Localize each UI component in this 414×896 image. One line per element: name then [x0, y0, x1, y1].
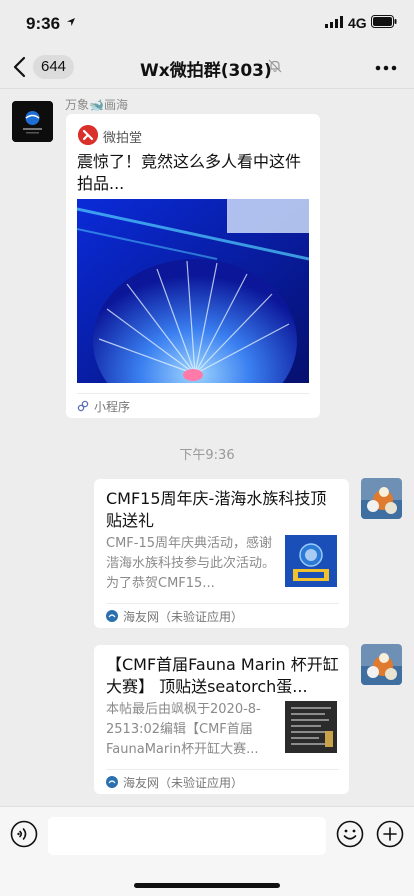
status-time: 9:36	[26, 14, 61, 33]
link-card-thumbnail	[285, 701, 337, 753]
link-card-description: 本帖最后由飒枫于2020-8-2513:02编辑【CMF首届FaunaMarin…	[106, 702, 261, 757]
sender-name: 万象🐋画海	[65, 98, 128, 112]
haiyou-app-icon	[106, 776, 118, 788]
unread-count-badge[interactable]: 644	[33, 55, 75, 79]
link-card-description: CMF-15周年庆典活动，感谢湝海水族科技参与此次活动。为了恭贺CMF15...	[106, 536, 276, 591]
battery-icon	[371, 15, 397, 28]
chevron-left-icon[interactable]	[12, 56, 28, 78]
link-card[interactable]: 【CMF首届Fauna Marin 杯开缸大赛】 顶贴送seatorch蛋...…	[94, 645, 349, 794]
emoji-icon[interactable]	[336, 820, 364, 848]
self-avatar-image	[361, 644, 402, 685]
network-type: 4G	[348, 15, 367, 31]
self-avatar-image	[361, 478, 402, 519]
coral-photo	[77, 199, 309, 383]
card-divider	[106, 603, 339, 604]
mini-program-title: 震惊了！竟然这么多人看中这件拍品...	[77, 152, 302, 193]
sender-logo-icon	[12, 101, 53, 142]
self-avatar[interactable]	[361, 644, 402, 685]
link-card-title: 【CMF首届Fauna Marin 杯开缸大赛】 顶贴送seatorch蛋...	[106, 655, 339, 696]
status-bar: 9:36 4G	[0, 0, 414, 48]
plus-icon[interactable]	[376, 820, 404, 848]
signal-icon	[325, 16, 343, 28]
mini-program-icon	[77, 400, 89, 412]
link-card[interactable]: CMF15周年庆-湝海水族科技顶贴送礼 CMF-15周年庆典活动，感谢湝海水族科…	[94, 479, 349, 628]
message-timestamp: 下午9:36	[179, 448, 235, 463]
sender-avatar[interactable]	[12, 101, 53, 142]
mini-program-label: 小程序	[94, 400, 131, 414]
card-divider	[77, 393, 309, 394]
weipaitang-logo-icon	[78, 125, 98, 145]
message-input-bar	[0, 806, 414, 896]
more-dots-icon[interactable]	[375, 65, 397, 71]
mini-program-card[interactable]: 微拍堂 震惊了！竟然这么多人看中这件拍品... 小程序	[66, 114, 320, 418]
home-indicator[interactable]	[134, 883, 280, 888]
chat-header: 644 Wx微拍群(303)	[0, 48, 414, 88]
link-card-app-name: 海友网（未验证应用）	[123, 776, 244, 790]
card-divider	[106, 769, 339, 770]
link-card-title: CMF15周年庆-湝海水族科技顶贴送礼	[106, 489, 327, 530]
self-avatar[interactable]	[361, 478, 402, 519]
chat-title: Wx微拍群(303)	[140, 61, 272, 81]
link-card-app-name: 海友网（未验证应用）	[123, 610, 244, 624]
header-divider	[0, 88, 414, 89]
bell-mute-icon	[268, 59, 282, 73]
location-arrow-icon	[67, 18, 75, 26]
link-card-thumbnail	[285, 535, 337, 587]
message-input[interactable]	[48, 817, 326, 855]
mini-program-source: 微拍堂	[103, 131, 143, 146]
haiyou-app-icon	[106, 610, 118, 622]
voice-icon[interactable]	[10, 820, 38, 848]
